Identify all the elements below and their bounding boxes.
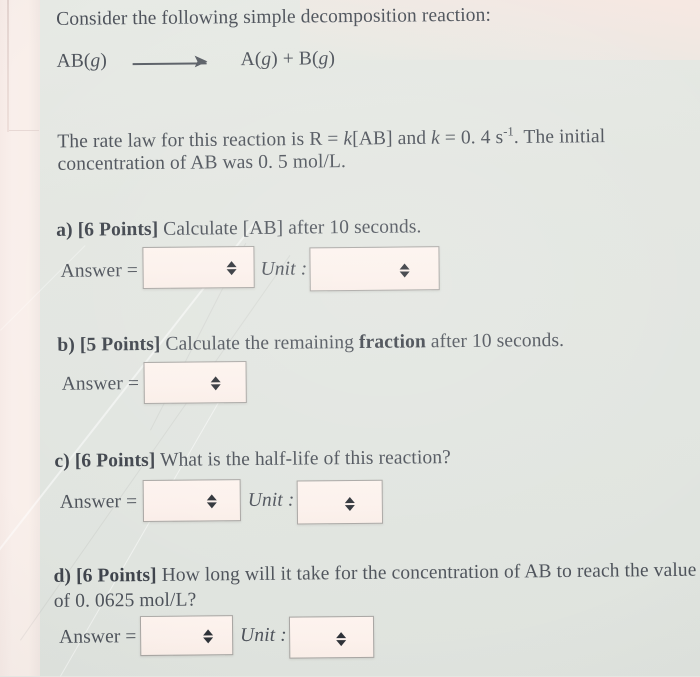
question-c-prompt: c) [6 Points] What is the half-life of t… [54, 447, 451, 472]
product-a-paren: ) [271, 48, 283, 70]
question-b-points: [5 Points] [79, 333, 161, 356]
question-d-label: d) [53, 565, 72, 587]
question-c-answer-label: Answer = [59, 491, 138, 513]
reactant-formula: AB( [56, 50, 91, 72]
question-b-answer-stepper-icon[interactable] [209, 373, 222, 392]
question-d-text: How long will it take for the concentrat… [156, 559, 697, 586]
question-c-answer-input[interactable] [142, 479, 242, 523]
question-b-answer-label: Answer = [61, 373, 140, 395]
question-b-answer-input[interactable] [143, 361, 247, 405]
question-c-label: c) [54, 450, 70, 472]
question-d-unit-stepper-icon[interactable] [334, 629, 347, 648]
question-a-unit-label: Unit : [260, 258, 308, 280]
question-d-answer-label: Answer = [59, 626, 137, 648]
question-a-points: [6 Points] [77, 218, 159, 241]
exercise-content: Consider the following simple decomposit… [0, 0, 700, 676]
question-a-answer-stepper-icon[interactable] [224, 258, 237, 277]
product-b: B( [293, 48, 319, 70]
question-d-prompt-line2: of 0. 0625 mol/L? [53, 589, 197, 612]
question-c-text: What is the half-life of this reaction? [155, 447, 451, 471]
question-b-prompt: b) [5 Points] Calculate the remaining fr… [57, 329, 565, 356]
reaction-reactant: AB(g) [56, 50, 108, 72]
question-b-text-emphasis: fraction [358, 331, 426, 353]
question-c-unit-label: Unit : [247, 489, 295, 512]
question-c-answer-stepper-icon[interactable] [205, 491, 218, 510]
rate-law-line-1: The rate law for this reaction is R = k[… [57, 124, 606, 153]
question-c-unit-stepper-icon[interactable] [343, 494, 356, 513]
question-b-text-post: after 10 seconds. [425, 329, 565, 353]
question-a-answer-input[interactable] [142, 245, 255, 290]
question-a-label: a) [56, 219, 73, 241]
reactant-paren: ) [100, 50, 108, 72]
question-a-unit-input[interactable] [309, 246, 440, 292]
rate-law-text-4: . The initial [513, 126, 606, 148]
question-d-unit-input[interactable] [288, 615, 375, 659]
question-b-label: b) [57, 334, 75, 356]
rate-constant-symbol-2: k [430, 127, 440, 149]
reaction-arrow-icon [132, 55, 211, 71]
reaction-products: A(g) + B(g) [240, 48, 336, 71]
question-b-text-pre: Calculate the remaining [160, 331, 360, 355]
product-b-paren: ) [328, 48, 336, 70]
rate-law-text-3: = 0. 4 s [439, 127, 504, 149]
question-a-prompt: a) [6 Points] Calculate [AB] after 10 se… [56, 216, 422, 241]
question-a-unit-stepper-icon[interactable] [398, 260, 411, 279]
question-a-text: Calculate [AB] after 10 seconds. [158, 216, 422, 240]
question-a-answer-label: Answer = [60, 260, 139, 282]
rate-law-text-2: [AB] and [352, 127, 432, 150]
question-d-answer-stepper-icon[interactable] [201, 626, 214, 645]
reactant-state: g [90, 50, 101, 72]
rate-constant-symbol-1: k [343, 128, 353, 150]
rate-law-exponent: -1 [503, 124, 514, 139]
intro-sentence: Consider the following simple decomposit… [56, 4, 492, 30]
plus-sign: + [282, 48, 295, 70]
question-d-unit-label: Unit : [240, 624, 287, 647]
product-b-state: g [318, 48, 329, 70]
rate-law-line-2: concentration of AB was 0. 5 mol/L. [57, 151, 347, 175]
question-d-points: [6 Points] [75, 564, 157, 587]
question-d-prompt-line1: d) [6 Points] How long will it take for … [53, 559, 697, 587]
product-a-state: g [261, 48, 272, 70]
question-c-points: [6 Points] [74, 449, 156, 472]
rate-law-text-1: The rate law for this reaction is R = [57, 128, 344, 153]
product-a: A( [240, 48, 262, 71]
question-d-answer-input[interactable] [139, 615, 234, 657]
question-c-unit-input[interactable] [296, 479, 384, 525]
